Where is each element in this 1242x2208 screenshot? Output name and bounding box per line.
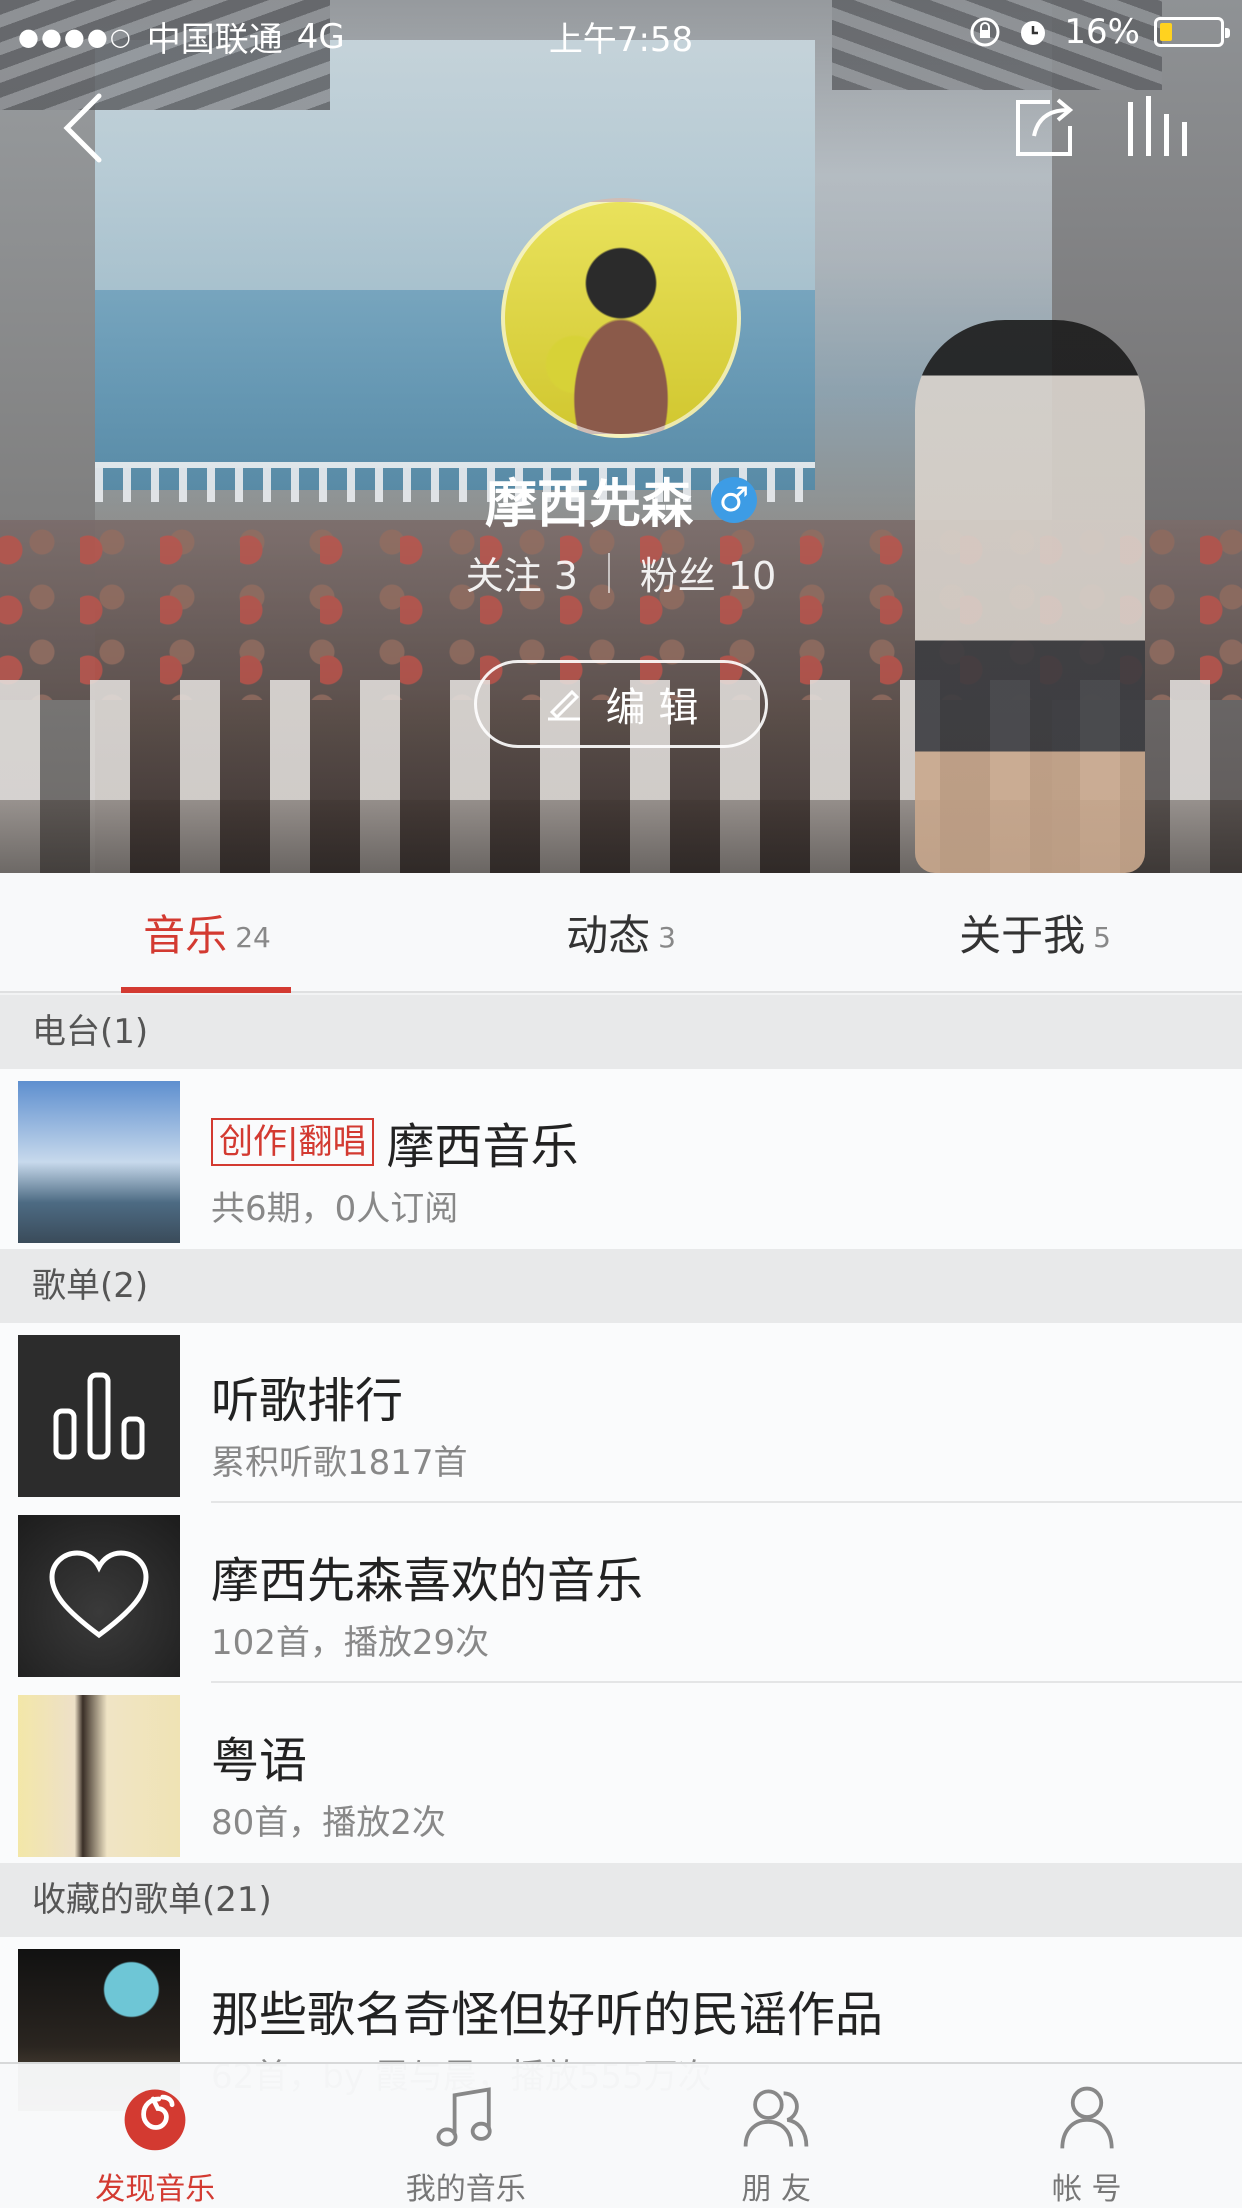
- tab-label: 动态: [566, 910, 651, 960]
- following-count[interactable]: 关注 3: [466, 545, 578, 600]
- tab-label: 关于我: [959, 910, 1086, 960]
- friends-icon: [743, 2089, 809, 2147]
- person-icon: [1060, 2086, 1114, 2149]
- liked-cover: [18, 1515, 180, 1677]
- item-subtitle: 累积听歌1817首: [211, 1443, 468, 1483]
- section-header-collected: 收藏的歌单(21): [0, 1863, 1242, 1937]
- tab-activity[interactable]: 动态 3: [414, 873, 828, 991]
- tab-music[interactable]: 音乐 24: [0, 873, 414, 993]
- list-item-rank[interactable]: 听歌排行 累积听歌1817首: [0, 1323, 1242, 1503]
- music-note-icon: [436, 2087, 492, 2147]
- back-arrow-icon[interactable]: [55, 88, 115, 168]
- item-title: 那些歌名奇怪但好听的民谣作品: [211, 1987, 884, 2043]
- pen-icon: [547, 689, 580, 721]
- list-item-radio[interactable]: 创作|翻唱 摩西音乐 共6期，0人订阅: [0, 1069, 1242, 1249]
- tab-count: 3: [658, 920, 676, 954]
- item-subtitle: 共6期，0人订阅: [211, 1189, 459, 1229]
- list-item-liked-music[interactable]: 摩西先森喜欢的音乐 102首，播放29次: [0, 1503, 1242, 1683]
- nav-friends[interactable]: 朋 友: [621, 2064, 932, 2208]
- stats-divider: [607, 552, 610, 593]
- rank-cover: [18, 1335, 180, 1497]
- nav-account[interactable]: 帐 号: [932, 2064, 1242, 2208]
- follow-stats: 关注 3 粉丝 10: [0, 545, 1242, 600]
- nav-label: 发现音乐: [95, 2172, 216, 2207]
- item-title: 听歌排行: [211, 1373, 404, 1429]
- netease-logo-icon: [124, 2089, 186, 2151]
- item-title: 粤语: [211, 1733, 308, 1789]
- bottom-tab-bar: 发现音乐 我的音乐 朋 友 帐 号: [0, 2062, 1242, 2208]
- section-header-radio: 电台(1): [0, 995, 1242, 1069]
- item-subtitle: 80首，播放2次: [211, 1803, 446, 1843]
- edit-label: 编 辑: [605, 685, 699, 731]
- tab-count: 5: [1093, 920, 1111, 954]
- section-header-playlists: 歌单(2): [0, 1249, 1242, 1323]
- fans-count[interactable]: 粉丝 10: [640, 545, 776, 600]
- status-bar: ●●●●○ 中国联通 4G 上午7:58 16%: [0, 0, 1242, 62]
- tab-count: 24: [235, 920, 271, 954]
- item-subtitle: 102首，播放29次: [211, 1623, 490, 1663]
- radio-cover-image: [18, 1081, 180, 1243]
- cantonese-cover-image: [18, 1695, 180, 1857]
- alarm-icon: [1021, 21, 1046, 45]
- rotation-lock-icon: [970, 17, 1000, 47]
- nav-label: 朋 友: [741, 2172, 812, 2207]
- battery-icon: [1154, 17, 1230, 47]
- nav-my-music[interactable]: 我的音乐: [311, 2064, 622, 2208]
- edit-profile-button[interactable]: 编 辑: [474, 660, 768, 748]
- user-name: 摩西先森: [484, 475, 693, 535]
- tab-label: 音乐: [143, 910, 228, 960]
- item-title: 摩西音乐: [386, 1119, 579, 1175]
- gender-male-icon: ♂: [711, 476, 757, 523]
- battery-percent: 16%: [1064, 12, 1140, 52]
- profile-header: ●●●●○ 中国联通 4G 上午7:58 16% 摩西先森 ♂ 关注 3 粉丝 …: [0, 0, 1242, 873]
- bar-chart-icon: [53, 1372, 145, 1460]
- radio-tag-badge: 创作|翻唱: [211, 1118, 375, 1166]
- nav-discover-music[interactable]: 发现音乐: [0, 2064, 311, 2208]
- nav-label: 帐 号: [1051, 2172, 1122, 2207]
- tab-about-me[interactable]: 关于我 5: [828, 873, 1242, 991]
- list-item-cantonese[interactable]: 粤语 80首，播放2次: [0, 1683, 1242, 1863]
- share-icon[interactable]: [1012, 92, 1076, 160]
- now-playing-icon[interactable]: [1122, 92, 1192, 160]
- item-title: 摩西先森喜欢的音乐: [211, 1553, 644, 1609]
- profile-tabs: 音乐 24 动态 3 关于我 5: [0, 873, 1242, 993]
- heart-icon: [49, 1550, 149, 1639]
- avatar[interactable]: [501, 198, 741, 438]
- nav-label: 我的音乐: [405, 2172, 526, 2207]
